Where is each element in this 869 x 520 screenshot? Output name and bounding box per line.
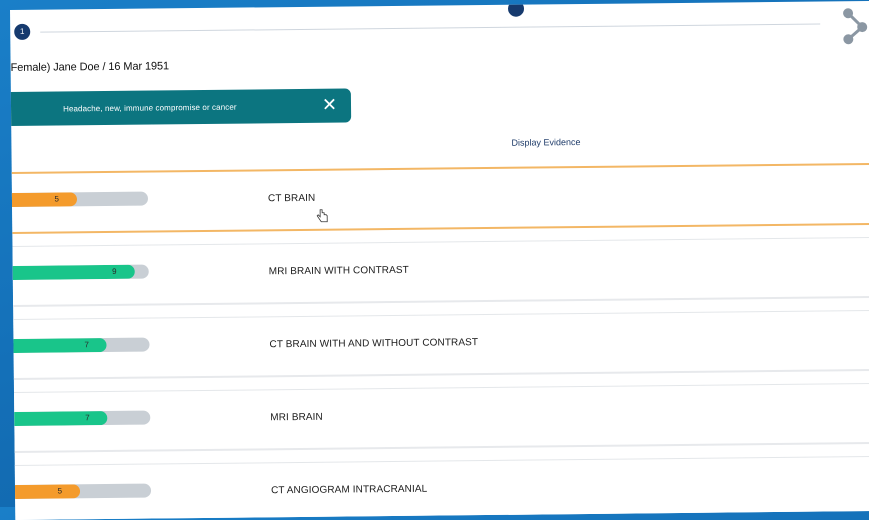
filter-chip-label: Headache, new, immune compromise or canc… xyxy=(62,102,237,113)
score-value: 9 xyxy=(112,266,117,276)
procedure-row[interactable]: 5 CT BRAIN xyxy=(10,162,869,234)
score-bar-fill: 7 xyxy=(10,411,108,427)
procedure-row[interactable]: 7 MRI BRAIN xyxy=(10,382,869,453)
score-value: 7 xyxy=(85,413,90,423)
score-bar-fill: 9 xyxy=(10,264,135,281)
app-screen: 1 Female) Jane Doe / 16 Mar 1951 Headach… xyxy=(10,0,869,520)
patient-header: Female) Jane Doe / 16 Mar 1951 xyxy=(10,60,170,74)
score-bar-track: 5 xyxy=(10,483,152,500)
procedure-list: 5 CT BRAIN 9 MRI BRAIN WITH CONTRAST 7 C… xyxy=(10,162,869,520)
score-bar-track: 9 xyxy=(10,264,149,281)
procedure-label: MRI BRAIN xyxy=(270,411,323,424)
score-bar-track: 5 xyxy=(10,191,149,208)
share-icon[interactable] xyxy=(840,7,869,45)
procedure-label: CT BRAIN WITH AND WITHOUT CONTRAST xyxy=(269,337,479,351)
step-current-dot[interactable] xyxy=(507,0,525,17)
score-bar-fill: 5 xyxy=(10,484,81,500)
score-bar-track: 7 xyxy=(10,410,151,427)
close-icon[interactable]: ✕ xyxy=(322,94,337,116)
step-1-dot[interactable]: 1 xyxy=(14,23,31,40)
hand-cursor-icon xyxy=(316,209,328,223)
procedure-row[interactable]: 9 MRI BRAIN WITH CONTRAST xyxy=(10,236,869,307)
filter-chip[interactable]: Headache, new, immune compromise or canc… xyxy=(10,88,352,127)
score-bar-track: 7 xyxy=(10,337,150,354)
score-bar-fill: 5 xyxy=(10,192,78,208)
procedure-row[interactable]: 5 CT ANGIOGRAM INTRACRANIAL xyxy=(10,455,869,520)
procedure-label: MRI BRAIN WITH CONTRAST xyxy=(268,264,409,278)
progress-stepper: 1 xyxy=(10,0,869,58)
procedure-label: CT ANGIOGRAM INTRACRANIAL xyxy=(270,483,428,497)
score-value: 5 xyxy=(54,194,60,204)
stepper-line xyxy=(40,23,821,33)
score-value: 7 xyxy=(84,340,89,350)
score-bar-fill: 7 xyxy=(10,338,107,354)
display-evidence-link[interactable]: Display Evidence xyxy=(511,137,580,148)
procedure-label: CT BRAIN xyxy=(267,192,316,205)
procedure-row[interactable]: 7 CT BRAIN WITH AND WITHOUT CONTRAST xyxy=(10,309,869,380)
score-value: 5 xyxy=(57,486,63,496)
